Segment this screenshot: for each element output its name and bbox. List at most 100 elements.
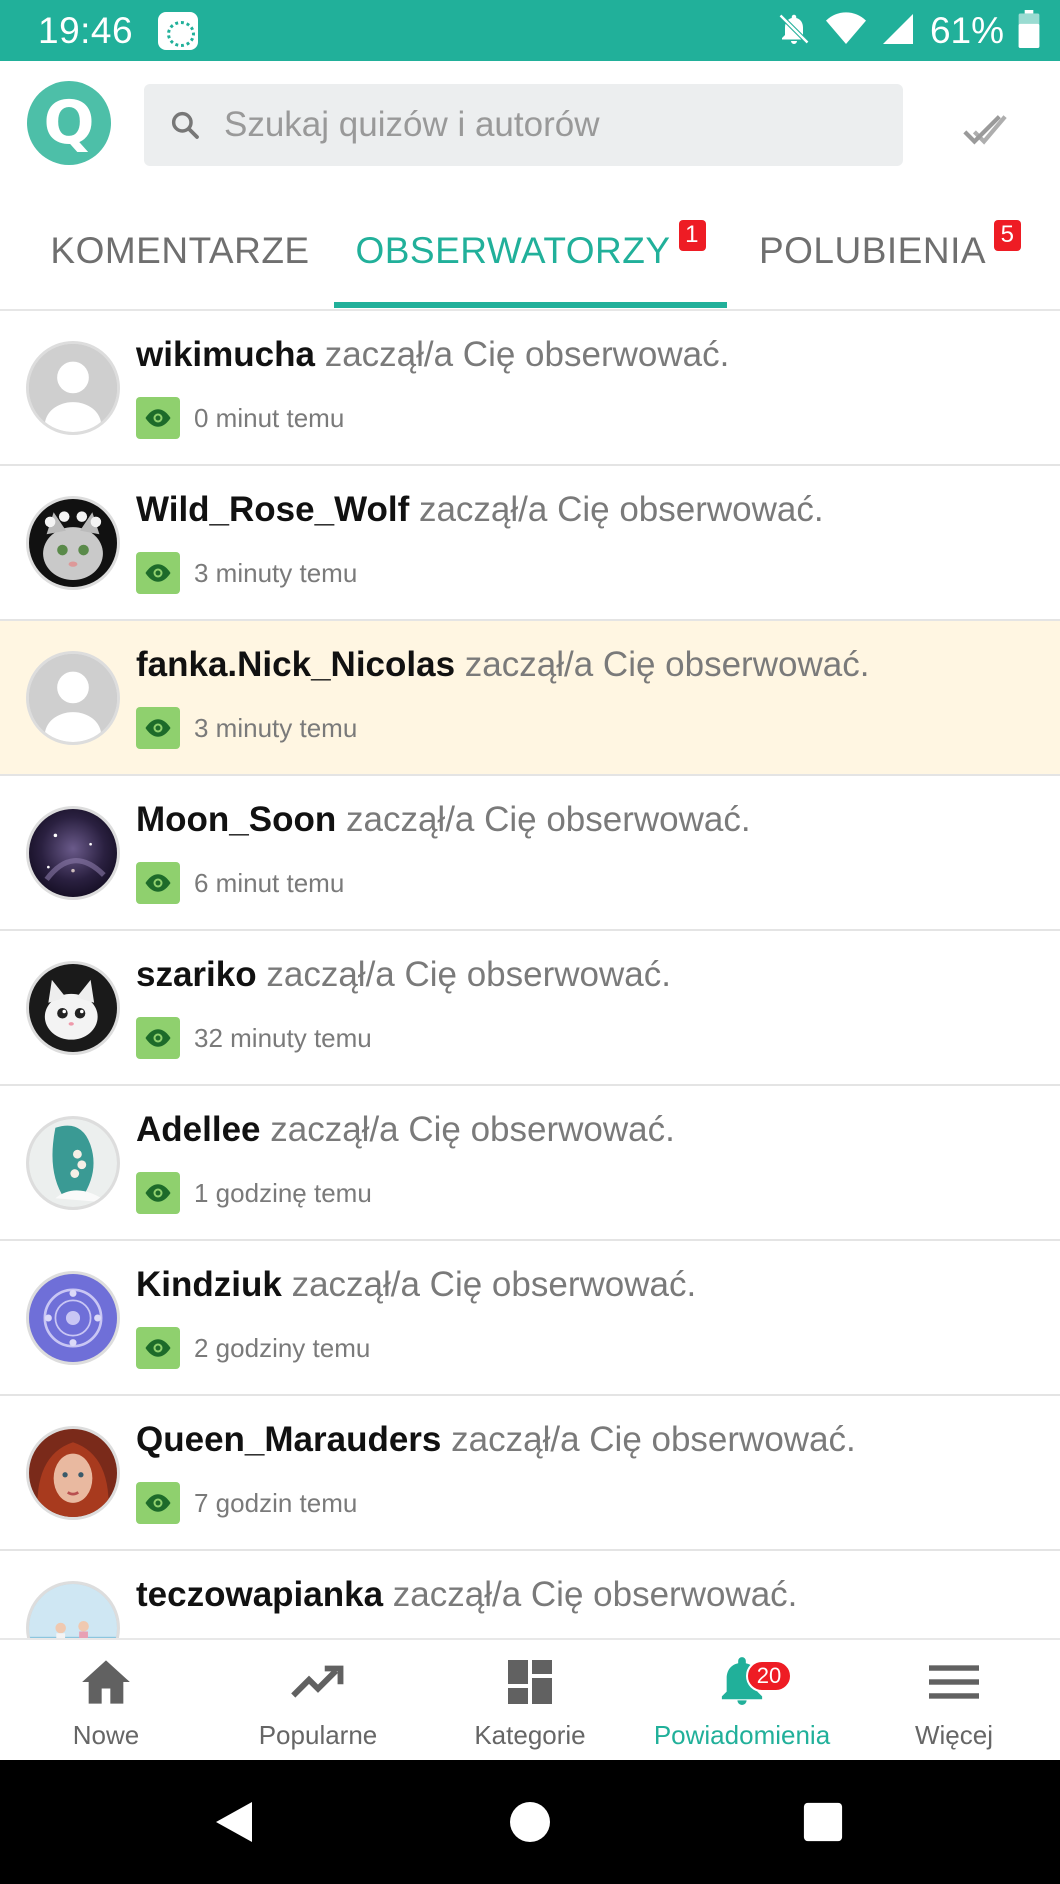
- nav-wiecej[interactable]: Więcej: [848, 1640, 1060, 1760]
- search-icon: [166, 106, 204, 144]
- notification-action: zaczął/a Cię obserwować.: [418, 490, 824, 529]
- username-link[interactable]: Moon_Soon: [136, 800, 336, 839]
- notification-text: Kindziuk zaczął/a Cię obserwować.: [136, 1263, 1040, 1307]
- eye-icon: [136, 1327, 180, 1369]
- search-input[interactable]: Szukaj quizów i autorów: [224, 105, 599, 145]
- notification-meta: 7 godzin temu: [136, 1482, 357, 1524]
- eye-icon: [136, 552, 180, 594]
- search-bar[interactable]: Szukaj quizów i autorów: [144, 84, 903, 166]
- notification-action: zaczął/a Cię obserwować.: [392, 1575, 798, 1614]
- avatar[interactable]: [26, 496, 120, 590]
- nav-powiadomienia[interactable]: 20 Powiadomienia: [636, 1640, 848, 1760]
- notification-meta: 2 godziny temu: [136, 1327, 370, 1369]
- eye-icon: [136, 1017, 180, 1059]
- system-navigation-bar: [0, 1760, 1060, 1884]
- eye-icon: [136, 1482, 180, 1524]
- notification-meta: 0 minut temu: [136, 397, 344, 439]
- avatar[interactable]: [26, 1581, 120, 1638]
- battery-icon: [1018, 9, 1040, 53]
- notification-meta: 6 minut temu: [136, 862, 344, 904]
- status-time: 19:46: [38, 10, 134, 51]
- active-tab-indicator: [334, 302, 727, 308]
- tab-count-badge: 1: [678, 219, 706, 251]
- mark-all-read-button[interactable]: [960, 106, 1008, 154]
- tab-polubienia[interactable]: POLUBIENIA 5: [750, 191, 1030, 311]
- notification-action: zaczął/a Cię obserwować.: [266, 955, 671, 994]
- home-circle-icon[interactable]: [502, 1794, 558, 1850]
- notification-list[interactable]: wikimucha zaczął/a Cię obserwować. 0 min…: [0, 311, 1060, 1638]
- tab-komentarze[interactable]: KOMENTARZE: [40, 191, 320, 311]
- notification-row[interactable]: wikimucha zaczął/a Cię obserwować. 0 min…: [0, 311, 1060, 466]
- username-link[interactable]: Kindziuk: [136, 1265, 282, 1304]
- tab-label: POLUBIENIA: [758, 230, 987, 271]
- signal-icon: [880, 11, 916, 52]
- notification-text: fanka.Nick_Nicolas zaczął/a Cię obserwow…: [136, 643, 1040, 687]
- username-link[interactable]: Queen_Marauders: [136, 1420, 441, 1459]
- notification-row[interactable]: szariko zaczął/a Cię obserwować. 32 minu…: [0, 931, 1060, 1086]
- trending-icon: [290, 1654, 346, 1710]
- eye-icon: [136, 862, 180, 904]
- bottom-navigation: Nowe Popularne Kategorie 20 Powiadomieni…: [0, 1638, 1060, 1760]
- notification-row[interactable]: Wild_Rose_Wolf zaczął/a Cię obserwować. …: [0, 466, 1060, 621]
- app-logo[interactable]: Q: [27, 81, 111, 165]
- avatar[interactable]: [26, 1426, 120, 1520]
- notification-text: Moon_Soon zaczął/a Cię obserwować.: [136, 798, 1040, 842]
- notification-text: Adellee zaczął/a Cię obserwować.: [136, 1108, 1040, 1152]
- app-notification-icon: [158, 12, 198, 50]
- double-check-icon: [963, 115, 1007, 145]
- notification-meta: 32 minuty temu: [136, 1017, 372, 1059]
- avatar[interactable]: [26, 806, 120, 900]
- notification-action: zaczął/a Cię obserwować.: [451, 1420, 856, 1459]
- timestamp: 6 minut temu: [194, 867, 345, 898]
- tab-label: KOMENTARZE: [50, 230, 310, 271]
- notification-row-unread[interactable]: fanka.Nick_Nicolas zaczął/a Cię obserwow…: [0, 621, 1060, 776]
- timestamp: 2 godziny temu: [194, 1332, 371, 1363]
- eye-icon: [136, 1172, 180, 1214]
- timestamp: 32 minuty temu: [194, 1022, 372, 1053]
- timestamp: 3 minuty temu: [194, 712, 358, 743]
- nav-popularne[interactable]: Popularne: [212, 1640, 424, 1760]
- username-link[interactable]: Adellee: [136, 1110, 261, 1149]
- wifi-icon: [825, 11, 866, 51]
- avatar[interactable]: [26, 341, 120, 435]
- notification-row[interactable]: teczowapianka zaczął/a Cię obserwować.: [0, 1551, 1060, 1638]
- username-link[interactable]: wikimucha: [136, 335, 315, 374]
- tab-obserwatorzy[interactable]: OBSERWATORZY 1: [334, 191, 727, 311]
- tab-label: OBSERWATORZY: [355, 230, 671, 271]
- notification-action: zaczął/a Cię obserwować.: [345, 800, 751, 839]
- username-link[interactable]: Wild_Rose_Wolf: [136, 490, 409, 529]
- nav-label: Kategorie: [474, 1720, 586, 1750]
- avatar[interactable]: [26, 1116, 120, 1210]
- notification-text: wikimucha zaczął/a Cię obserwować.: [136, 333, 1040, 377]
- notification-action: zaczął/a Cię obserwować.: [270, 1110, 675, 1149]
- notification-text: teczowapianka zaczął/a Cię obserwować.: [136, 1573, 1040, 1617]
- dashboard-icon: [502, 1654, 558, 1710]
- back-icon[interactable]: [206, 1794, 262, 1850]
- avatar[interactable]: [26, 961, 120, 1055]
- notification-action: zaczął/a Cię obserwować.: [324, 335, 730, 374]
- notification-text: szariko zaczął/a Cię obserwować.: [136, 953, 1040, 997]
- nav-nowe[interactable]: Nowe: [0, 1640, 212, 1760]
- avatar[interactable]: [26, 651, 120, 745]
- username-link[interactable]: teczowapianka: [136, 1575, 383, 1614]
- eye-icon: [136, 397, 180, 439]
- notification-text: Wild_Rose_Wolf zaczął/a Cię obserwować.: [136, 488, 1040, 532]
- notification-row[interactable]: Adellee zaczął/a Cię obserwować. 1 godzi…: [0, 1086, 1060, 1241]
- notification-action: zaczął/a Cię obserwować.: [464, 645, 870, 684]
- status-bar: 19:46 61%: [0, 0, 1060, 61]
- notification-row[interactable]: Kindziuk zaczął/a Cię obserwować. 2 godz…: [0, 1241, 1060, 1396]
- recents-icon[interactable]: [795, 1794, 851, 1850]
- nav-label: Nowe: [72, 1720, 140, 1750]
- notification-row[interactable]: Queen_Marauders zaczął/a Cię obserwować.…: [0, 1396, 1060, 1551]
- nav-label: Powiadomienia: [653, 1720, 831, 1750]
- username-link[interactable]: fanka.Nick_Nicolas: [136, 645, 455, 684]
- status-right: 61%: [776, 8, 1040, 54]
- eye-icon: [136, 707, 180, 749]
- notification-action: zaczął/a Cię obserwować.: [291, 1265, 697, 1304]
- notification-row[interactable]: Moon_Soon zaczął/a Cię obserwować. 6 min…: [0, 776, 1060, 931]
- avatar[interactable]: [26, 1271, 120, 1365]
- nav-kategorie[interactable]: Kategorie: [424, 1640, 636, 1760]
- battery-percent: 61%: [929, 10, 1004, 51]
- notification-text: Queen_Marauders zaczął/a Cię obserwować.: [136, 1418, 1040, 1462]
- username-link[interactable]: szariko: [136, 955, 257, 994]
